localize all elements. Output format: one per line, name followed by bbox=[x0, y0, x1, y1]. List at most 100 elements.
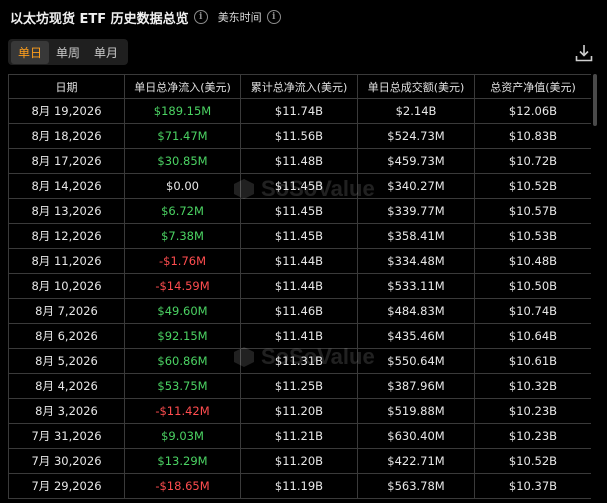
cell-date: 7月 31,2026 bbox=[8, 423, 125, 449]
cell-daily-volume: $2.14B bbox=[357, 98, 475, 124]
cell-daily-net-inflow: $53.75M bbox=[124, 373, 241, 399]
column-header-daily-net-inflow[interactable]: 单日总净流入(美元) bbox=[124, 74, 241, 99]
cell-net-assets: $10.37B bbox=[474, 473, 591, 499]
cell-date: 8月 12,2026 bbox=[8, 223, 125, 249]
cell-cumulative-net-inflow: $11.41B bbox=[240, 323, 358, 349]
cell-cumulative-net-inflow: $11.20B bbox=[240, 448, 358, 474]
table-row: 8月 12,2026 $7.38M $11.45B $358.41M $10.53B bbox=[8, 223, 591, 249]
etf-history-table-container[interactable]: 日期 单日总净流入(美元) 累计总净流入(美元) 单日总成交额(美元) 总资产净… bbox=[8, 74, 591, 503]
cell-daily-net-inflow: $92.15M bbox=[124, 323, 241, 349]
cell-net-assets: $10.72B bbox=[474, 148, 591, 174]
cell-daily-net-inflow: -$14.59M bbox=[124, 273, 241, 299]
table-row: 7月 29,2026 -$18.65M $11.19B $563.78M $10.37B bbox=[8, 473, 591, 499]
cell-daily-volume: $630.40M bbox=[357, 423, 475, 449]
cell-date: 8月 3,2026 bbox=[8, 398, 125, 424]
cell-net-assets: $10.74B bbox=[474, 298, 591, 324]
cell-date: 8月 13,2026 bbox=[8, 198, 125, 224]
cell-cumulative-net-inflow: $11.46B bbox=[240, 298, 358, 324]
download-icon bbox=[575, 45, 593, 62]
cell-cumulative-net-inflow: $11.45B bbox=[240, 223, 358, 249]
table-row: 8月 5,2026 $60.86M $11.31B $550.64M $10.61B bbox=[8, 348, 591, 374]
tab-monthly[interactable]: 单月 bbox=[87, 41, 125, 64]
cell-date: 8月 5,2026 bbox=[8, 348, 125, 374]
cell-daily-volume: $387.96M bbox=[357, 373, 475, 399]
table-row: 8月 7,2026 $49.60M $11.46B $484.83M $10.74B bbox=[8, 298, 591, 324]
cell-daily-net-inflow: $60.86M bbox=[124, 348, 241, 374]
cell-daily-net-inflow: -$1.76M bbox=[124, 248, 241, 274]
cell-date: 7月 30,2026 bbox=[8, 448, 125, 474]
period-tabs: 单日 单周 单月 bbox=[8, 39, 129, 65]
tab-weekly[interactable]: 单周 bbox=[49, 41, 87, 64]
cell-daily-volume: $358.41M bbox=[357, 223, 475, 249]
cell-daily-volume: $524.73M bbox=[357, 123, 475, 149]
timezone-info-icon[interactable]: i bbox=[266, 10, 281, 24]
column-header-date[interactable]: 日期 bbox=[8, 74, 125, 99]
cell-daily-net-inflow: $13.29M bbox=[124, 448, 241, 474]
table-row: 8月 18,2026 $71.47M $11.56B $524.73M $10.83B bbox=[8, 123, 591, 149]
table-row: 7月 31,2026 $9.03M $11.21B $630.40M $10.23B bbox=[8, 423, 591, 449]
cell-daily-volume: $334.48M bbox=[357, 248, 475, 274]
cell-cumulative-net-inflow: $11.44B bbox=[240, 273, 358, 299]
cell-cumulative-net-inflow: $11.45B bbox=[240, 173, 358, 199]
cell-cumulative-net-inflow: $11.20B bbox=[240, 398, 358, 424]
cell-daily-volume: $533.11M bbox=[357, 273, 475, 299]
cell-daily-net-inflow: -$11.42M bbox=[124, 398, 241, 424]
cell-net-assets: $10.61B bbox=[474, 348, 591, 374]
cell-daily-volume: $519.88M bbox=[357, 398, 475, 424]
cell-daily-volume: $339.77M bbox=[357, 198, 475, 224]
etf-history-table: 日期 单日总净流入(美元) 累计总净流入(美元) 单日总成交额(美元) 总资产净… bbox=[8, 74, 591, 499]
cell-cumulative-net-inflow: $11.25B bbox=[240, 373, 358, 399]
cell-date: 8月 14,2026 bbox=[8, 173, 125, 199]
cell-net-assets: $12.06B bbox=[474, 98, 591, 124]
cell-net-assets: $10.57B bbox=[474, 198, 591, 224]
cell-cumulative-net-inflow: $11.48B bbox=[240, 148, 358, 174]
column-header-cumulative-net-inflow[interactable]: 累计总净流入(美元) bbox=[240, 74, 358, 99]
cell-net-assets: $10.53B bbox=[474, 223, 591, 249]
cell-cumulative-net-inflow: $11.45B bbox=[240, 198, 358, 224]
cell-daily-net-inflow: -$18.65M bbox=[124, 473, 241, 499]
cell-net-assets: $10.52B bbox=[474, 173, 591, 199]
cell-net-assets: $10.52B bbox=[474, 448, 591, 474]
cell-date: 8月 7,2026 bbox=[8, 298, 125, 324]
cell-daily-volume: $459.73M bbox=[357, 148, 475, 174]
cell-daily-volume: $422.71M bbox=[357, 448, 475, 474]
tab-daily[interactable]: 单日 bbox=[11, 40, 50, 64]
cell-daily-net-inflow: $7.38M bbox=[124, 223, 241, 249]
cell-daily-net-inflow: $71.47M bbox=[124, 123, 241, 149]
cell-daily-volume: $563.78M bbox=[357, 473, 475, 499]
timezone-label: 美东时间 bbox=[217, 11, 262, 24]
cell-net-assets: $10.64B bbox=[474, 323, 591, 349]
cell-daily-net-inflow: $189.15M bbox=[124, 98, 241, 124]
cell-date: 8月 11,2026 bbox=[8, 248, 125, 274]
cell-date: 8月 18,2026 bbox=[8, 123, 125, 149]
table-row: 8月 13,2026 $6.72M $11.45B $339.77M $10.57B bbox=[8, 198, 591, 224]
cell-daily-volume: $484.83M bbox=[357, 298, 475, 324]
cell-daily-volume: $435.46M bbox=[357, 323, 475, 349]
cell-date: 8月 10,2026 bbox=[8, 273, 125, 299]
cell-cumulative-net-inflow: $11.21B bbox=[240, 423, 358, 449]
cell-net-assets: $10.32B bbox=[474, 373, 591, 399]
cell-cumulative-net-inflow: $11.31B bbox=[240, 348, 358, 374]
table-row: 8月 4,2026 $53.75M $11.25B $387.96M $10.32B bbox=[8, 373, 591, 399]
page-header: 以太坊现货 ETF 历史数据总览 i 美东时间 i bbox=[10, 6, 281, 28]
table-header-row: 日期 单日总净流入(美元) 累计总净流入(美元) 单日总成交额(美元) 总资产净… bbox=[8, 74, 591, 99]
download-button[interactable] bbox=[573, 42, 595, 64]
cell-date: 8月 19,2026 bbox=[8, 98, 125, 124]
cell-daily-volume: $340.27M bbox=[357, 173, 475, 199]
cell-cumulative-net-inflow: $11.19B bbox=[240, 473, 358, 499]
column-header-net-assets[interactable]: 总资产净值(美元) bbox=[474, 74, 591, 99]
table-scrollbar[interactable] bbox=[593, 74, 597, 126]
table-row: 8月 10,2026 -$14.59M $11.44B $533.11M $10.50B bbox=[8, 273, 591, 299]
cell-net-assets: $10.83B bbox=[474, 123, 591, 149]
table-row: 8月 11,2026 -$1.76M $11.44B $334.48M $10.48B bbox=[8, 248, 591, 274]
table-row: 8月 14,2026 $0.00 $11.45B $340.27M $10.52B bbox=[8, 173, 591, 199]
title-info-icon[interactable]: i bbox=[193, 10, 208, 24]
cell-date: 8月 4,2026 bbox=[8, 373, 125, 399]
cell-net-assets: $10.48B bbox=[474, 248, 591, 274]
page-title: 以太坊现货 ETF 历史数据总览 bbox=[10, 11, 189, 27]
cell-cumulative-net-inflow: $11.44B bbox=[240, 248, 358, 274]
column-header-daily-volume[interactable]: 单日总成交额(美元) bbox=[357, 74, 475, 99]
cell-daily-net-inflow: $6.72M bbox=[124, 198, 241, 224]
cell-daily-volume: $550.64M bbox=[357, 348, 475, 374]
table-row: 7月 30,2026 $13.29M $11.20B $422.71M $10.52B bbox=[8, 448, 591, 474]
